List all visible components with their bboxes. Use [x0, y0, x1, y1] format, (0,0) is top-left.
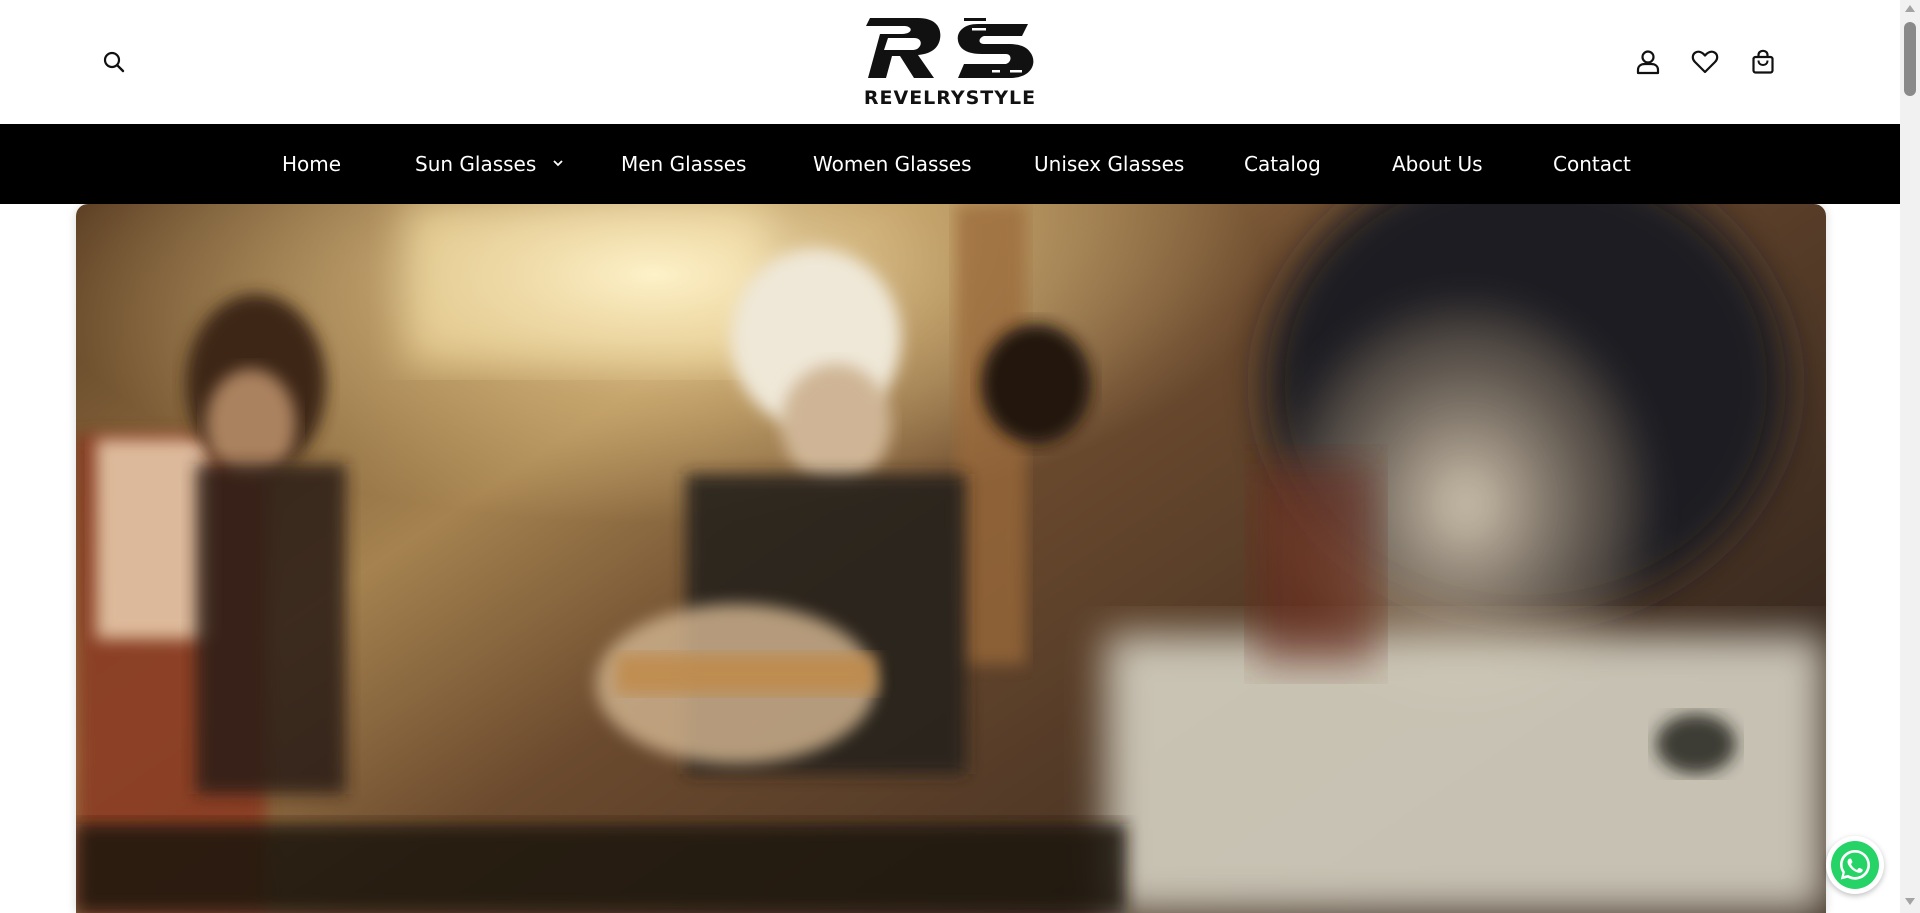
nav-item-about-us[interactable]: About Us — [1392, 124, 1483, 204]
nav-item-contact[interactable]: Contact — [1553, 124, 1631, 204]
scrollbar-thumb[interactable] — [1904, 22, 1916, 96]
nav-item-label: Contact — [1553, 152, 1631, 176]
whatsapp-button[interactable] — [1826, 836, 1884, 894]
logo-monogram — [866, 18, 1034, 78]
account-button[interactable] — [1628, 42, 1668, 82]
nav-item-label: About Us — [1392, 152, 1483, 176]
main-nav: Home Sun Glasses Men Glasses Women Glass… — [0, 124, 1900, 204]
scroll-up-arrow-icon[interactable] — [1905, 5, 1915, 12]
scrollbar[interactable] — [1900, 0, 1920, 913]
nav-item-label: Sun Glasses — [415, 152, 537, 176]
nav-item-men-glasses[interactable]: Men Glasses — [621, 124, 746, 204]
site-header: REVELRYSTYLE — [0, 0, 1900, 124]
wishlist-button[interactable] — [1685, 42, 1725, 82]
nav-item-home[interactable]: Home — [282, 124, 341, 204]
hero-video[interactable] — [76, 204, 1826, 913]
cart-button[interactable] — [1743, 42, 1783, 82]
site-logo[interactable]: REVELRYSTYLE — [860, 12, 1040, 112]
nav-item-label: Home — [282, 152, 342, 176]
nav-item-sun-glasses[interactable]: Sun Glasses — [415, 124, 563, 204]
search-button[interactable] — [94, 42, 134, 82]
chevron-down-icon — [553, 160, 563, 167]
nav-item-catalog[interactable]: Catalog — [1244, 124, 1321, 204]
nav-item-label: Men Glasses — [621, 152, 747, 176]
user-icon — [1636, 50, 1660, 75]
logo-wordmark: REVELRYSTYLE — [863, 87, 1037, 109]
hero-video-frame — [76, 204, 1826, 913]
heart-icon — [1691, 50, 1719, 74]
shopping-bag-icon — [1752, 49, 1774, 74]
nav-item-unisex-glasses[interactable]: Unisex Glasses — [1034, 124, 1184, 204]
nav-item-label: Catalog — [1244, 152, 1321, 176]
search-icon — [103, 51, 125, 73]
nav-item-label: Women Glasses — [813, 152, 972, 176]
nav-item-women-glasses[interactable]: Women Glasses — [813, 124, 972, 204]
whatsapp-icon — [1831, 841, 1879, 889]
scroll-down-arrow-icon[interactable] — [1905, 898, 1915, 905]
page: REVELRYSTYLE Home Sun Glasses Men Glasse… — [0, 0, 1920, 913]
nav-item-label: Unisex Glasses — [1034, 152, 1185, 176]
